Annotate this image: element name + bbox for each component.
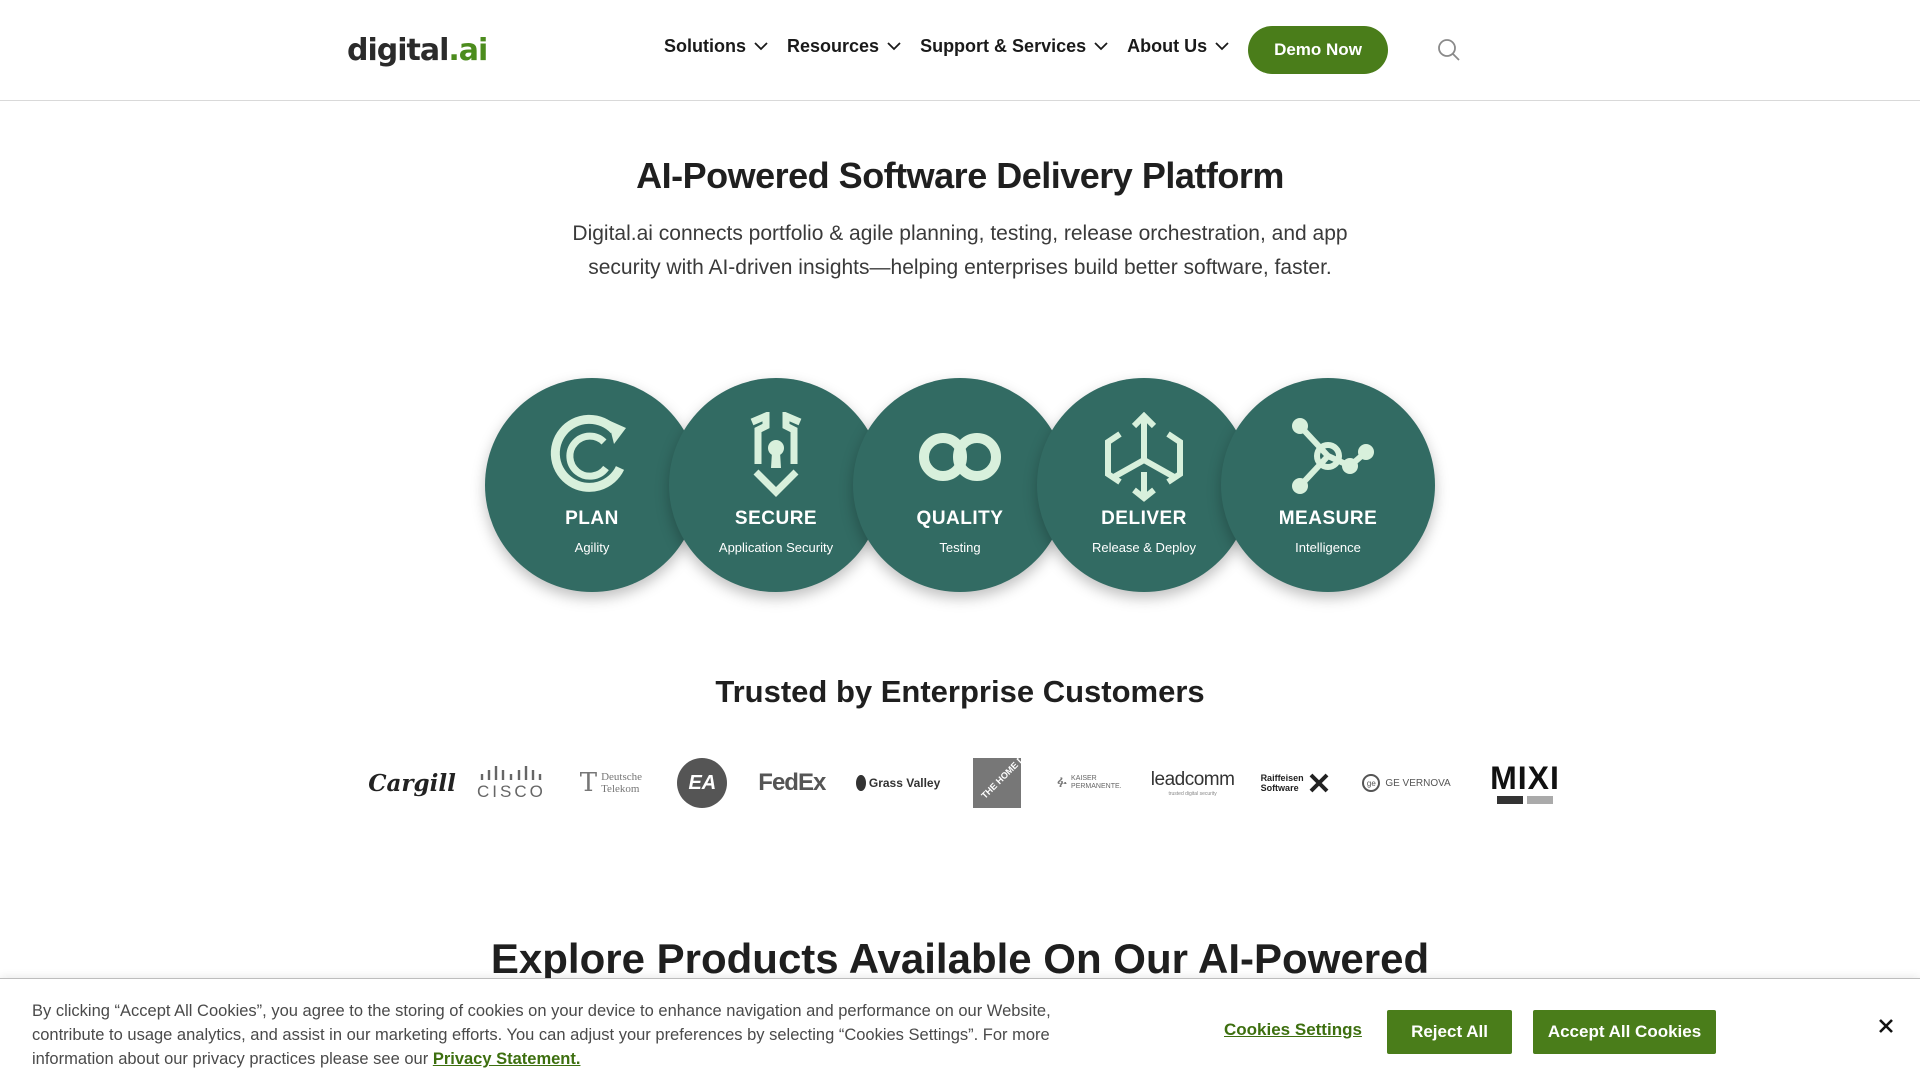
kaiser-permanente-logo: ፉ KAISER PERMANENTE.	[1056, 774, 1122, 791]
deutsche-telekom-logo: T Deutsche Telekom	[579, 768, 643, 798]
close-icon[interactable]	[1876, 1016, 1896, 1036]
nav-resources[interactable]: Resources	[787, 36, 901, 57]
pillar-sublabel: Application Security	[718, 540, 834, 555]
search-icon[interactable]	[1436, 37, 1462, 63]
pillar-measure[interactable]: MEASURE Intelligence	[1221, 378, 1435, 592]
site-header: digital .ai Solutions Resources Support &…	[0, 0, 1920, 101]
pillar-label: MEASURE	[1278, 508, 1378, 529]
nav-support-services[interactable]: Support & Services	[920, 36, 1108, 57]
nav-label: Solutions	[664, 36, 746, 56]
pillar-sublabel: Release & Deploy	[1091, 540, 1197, 555]
grass-valley-logo: Grass Valley	[856, 755, 940, 811]
cube-arrows-icon	[1105, 412, 1183, 502]
pillar-secure[interactable]: SECURE Application Security	[669, 378, 883, 592]
nav-label: Support & Services	[920, 36, 1087, 56]
hero-subtitle: Digital.ai connects portfolio & agile pl…	[572, 222, 1348, 279]
privacy-statement-link[interactable]: Privacy Statement.	[433, 1050, 581, 1068]
pillar-label: PLAN	[565, 508, 619, 529]
chevron-down-icon	[887, 42, 901, 51]
nav-about-us[interactable]: About Us	[1127, 36, 1229, 57]
explore-heading: Explore Products Available On Our AI-Pow…	[490, 935, 1430, 982]
mixi-logo: MIXI	[1483, 755, 1567, 811]
pillar-quality[interactable]: QUALITY Testing	[853, 378, 1067, 592]
raiffeisen-cross-icon	[1309, 773, 1328, 793]
chevron-down-icon	[1215, 42, 1229, 51]
trusted-heading: Trusted by Enterprise Customers	[715, 674, 1205, 709]
refresh-arc-icon	[550, 414, 626, 492]
shield-lock-icon	[750, 412, 802, 497]
nav-label: About Us	[1127, 36, 1208, 56]
pillar-label: QUALITY	[916, 508, 1004, 529]
pillar-sublabel: Intelligence	[1295, 540, 1361, 555]
accept-all-cookies-button[interactable]: Accept All Cookies	[1533, 1010, 1716, 1054]
cargill-logo: Cargill	[368, 769, 456, 797]
demo-now-button[interactable]: Demo Now	[1248, 26, 1388, 74]
fedex-logo: FedEx	[758, 769, 826, 796]
pillar-sublabel: Testing	[939, 540, 981, 555]
nav-solutions[interactable]: Solutions	[664, 36, 768, 57]
chevron-down-icon	[754, 42, 768, 51]
pillar-sublabel: Agility	[574, 540, 610, 555]
reject-all-button[interactable]: Reject All	[1387, 1010, 1512, 1054]
pillar-deliver[interactable]: DELIVER Release & Deploy	[1037, 378, 1251, 592]
infinity-loop-icon	[919, 433, 1001, 481]
chevron-down-icon	[1094, 42, 1108, 51]
logo-text: digital	[347, 32, 449, 68]
pillar-plan[interactable]: PLAN Agility	[485, 378, 699, 592]
home-depot-logo: THE HOME DEPOT	[972, 736, 1043, 811]
ea-logo: EA	[677, 755, 728, 811]
raiffeisen-software-logo: Raiffeisen Software	[1260, 755, 1330, 811]
cookies-settings-link[interactable]: Cookies Settings	[1224, 1020, 1362, 1040]
network-nodes-icon	[1292, 418, 1374, 494]
pillar-label: DELIVER	[1101, 508, 1187, 529]
ge-vernova-logo: ge GE VERNOVA	[1362, 755, 1452, 811]
cisco-logo: CISCO	[477, 755, 544, 811]
cookie-text: By clicking “Accept All Cookies”, you ag…	[32, 1002, 1051, 1068]
nav-label: Resources	[787, 36, 880, 56]
platform-pillars: PLAN Agility SECURE Application Security…	[485, 378, 1435, 592]
page-title: AI-Powered Software Delivery Platform	[636, 155, 1284, 196]
customer-logos: Cargill CISCO T Deutsche Telekom EA FedE…	[368, 736, 1567, 811]
leadcomm-logo: leadcomm trusted digital security	[1150, 769, 1235, 797]
pillar-label: SECURE	[734, 508, 818, 529]
cisco-bars-icon	[481, 766, 542, 780]
main-nav: Solutions Resources Support & Services A…	[664, 36, 1229, 57]
digital-ai-logo[interactable]: digital .ai	[347, 30, 488, 70]
logo-suffix: .ai	[448, 32, 488, 68]
